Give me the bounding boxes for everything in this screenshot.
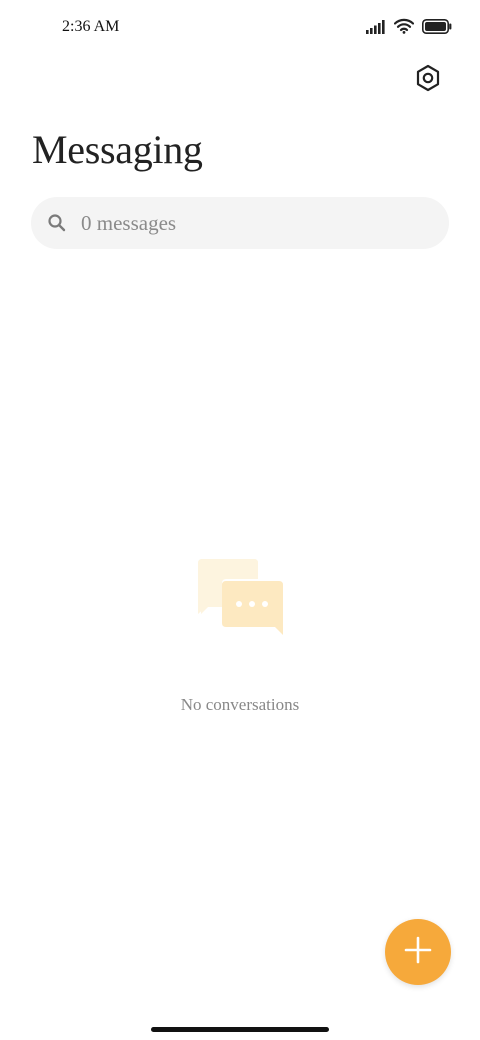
battery-icon	[422, 18, 452, 38]
search-placeholder: 0 messages	[81, 211, 177, 235]
chat-bubbles-icon	[196, 557, 286, 637]
settings-button[interactable]	[412, 64, 444, 96]
settings-hexagon-icon	[415, 64, 441, 96]
home-indicator[interactable]	[151, 1027, 329, 1032]
status-icons	[366, 16, 452, 40]
status-bar: 2:36 AM	[0, 0, 480, 56]
signal-icon	[366, 19, 386, 38]
page-title: Messaging	[32, 127, 203, 172]
plus-icon	[403, 935, 433, 969]
empty-state-text: No conversations	[180, 695, 300, 714]
search-icon	[47, 213, 67, 233]
status-time: 2:36 AM	[62, 18, 120, 35]
new-conversation-button[interactable]	[385, 919, 451, 985]
search-bar[interactable]: 0 messages	[31, 197, 449, 249]
wifi-icon	[393, 18, 415, 38]
